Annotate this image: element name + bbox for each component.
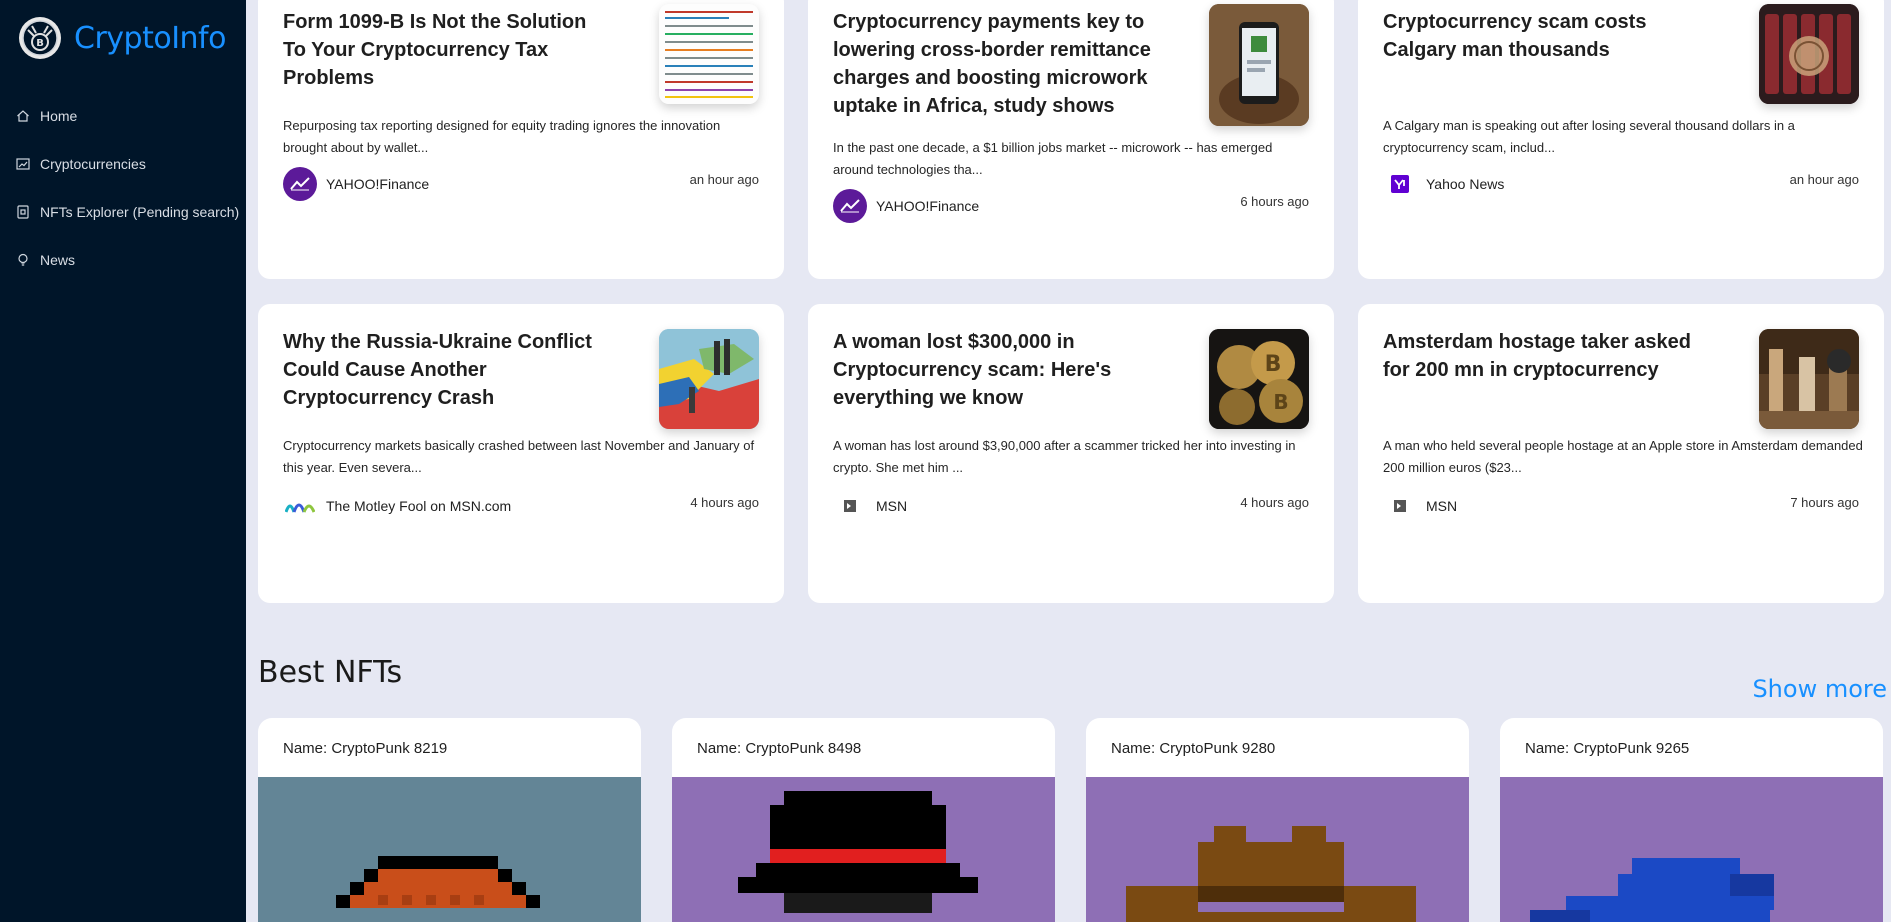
sidebar-item-label: Cryptocurrencies bbox=[40, 156, 146, 172]
news-description: In the past one decade, a $1 billion job… bbox=[833, 140, 1273, 177]
provider-name: YAHOO!Finance bbox=[326, 176, 430, 192]
sidebar-item-news[interactable]: News bbox=[0, 236, 246, 284]
nft-icon bbox=[16, 205, 30, 219]
news-description: A Calgary man is speaking out after losi… bbox=[1383, 118, 1795, 155]
news-card[interactable]: Form 1099-B Is Not the Solution To Your … bbox=[258, 0, 784, 279]
yahoo-finance-icon bbox=[283, 167, 317, 201]
home-icon bbox=[16, 109, 30, 123]
motley-fool-icon bbox=[283, 489, 317, 523]
news-thumbnail bbox=[659, 329, 759, 429]
news-thumbnail bbox=[1759, 329, 1859, 429]
show-more-link[interactable]: Show more bbox=[1752, 675, 1887, 703]
news-time: an hour ago bbox=[689, 172, 759, 187]
sidebar-nav: Home Cryptocurrencies NFTs Explorer (Pen… bbox=[0, 92, 246, 284]
news-time: 6 hours ago bbox=[1240, 194, 1309, 209]
news-thumbnail bbox=[1759, 4, 1859, 104]
news-thumbnail bbox=[1209, 4, 1309, 126]
news-description: A man who held several people hostage at… bbox=[1383, 438, 1863, 475]
svg-text:B: B bbox=[36, 38, 44, 49]
app-title: CryptoInfo bbox=[74, 20, 226, 56]
news-provider: MSN bbox=[833, 489, 907, 523]
sidebar-item-cryptocurrencies[interactable]: Cryptocurrencies bbox=[0, 140, 246, 188]
nft-image bbox=[1086, 777, 1469, 922]
yahoo-finance-icon bbox=[833, 189, 867, 223]
chart-icon bbox=[16, 157, 30, 171]
msn-icon bbox=[1383, 489, 1417, 523]
provider-name: MSN bbox=[1426, 498, 1458, 514]
sidebar: B CryptoInfo Home Cryptocurrencies NFTs … bbox=[0, 0, 246, 922]
sidebar-item-label: Home bbox=[40, 108, 78, 124]
svg-text:B: B bbox=[1265, 352, 1282, 377]
news-title: Why the Russia-Ukraine Conflict Could Ca… bbox=[283, 331, 592, 409]
nft-image bbox=[672, 777, 1055, 922]
sidebar-item-label: News bbox=[40, 252, 76, 268]
nft-name: Name: CryptoPunk 9280 bbox=[1111, 740, 1276, 757]
news-title: Cryptocurrency scam costs Calgary man th… bbox=[1383, 11, 1647, 61]
crypto-logo-icon: B bbox=[19, 17, 61, 59]
nft-name: Name: CryptoPunk 8498 bbox=[697, 740, 862, 757]
provider-name: The Motley Fool on MSN.com bbox=[326, 498, 512, 514]
news-provider: MSN bbox=[1383, 489, 1457, 523]
news-title: A woman lost $300,000 in Cryptocurrency … bbox=[833, 331, 1112, 409]
nft-name: Name: CryptoPunk 8219 bbox=[283, 740, 448, 757]
provider-name: YAHOO!Finance bbox=[876, 198, 980, 214]
section-title: Best NFTs bbox=[258, 655, 403, 690]
news-description: Cryptocurrency markets basically crashed… bbox=[283, 438, 755, 475]
nft-card[interactable]: Name: CryptoPunk 8498 bbox=[672, 718, 1055, 922]
bulb-icon bbox=[16, 253, 30, 267]
main-content: Form 1099-B Is Not the Solution To Your … bbox=[246, 0, 1891, 922]
news-card[interactable]: Why the Russia-Ukraine Conflict Could Ca… bbox=[258, 304, 784, 603]
sidebar-item-label: NFTs Explorer (Pending search) bbox=[40, 204, 240, 220]
news-thumbnail bbox=[659, 4, 759, 104]
nft-card[interactable]: Name: CryptoPunk 9280 bbox=[1086, 718, 1469, 922]
nft-image bbox=[258, 777, 641, 922]
yahoo-news-icon bbox=[1383, 167, 1417, 201]
news-description: A woman has lost around $3,90,000 after … bbox=[833, 438, 1296, 475]
brand[interactable]: B CryptoInfo bbox=[18, 16, 226, 60]
svg-text:B: B bbox=[1273, 390, 1288, 414]
sidebar-item-nfts-explorer[interactable]: NFTs Explorer (Pending search) bbox=[0, 188, 246, 236]
nft-card[interactable]: Name: CryptoPunk 8219 bbox=[258, 718, 641, 922]
news-time: 4 hours ago bbox=[1240, 495, 1309, 510]
news-provider: YAHOO!Finance bbox=[283, 167, 429, 201]
news-provider: Yahoo News bbox=[1383, 167, 1504, 201]
news-card[interactable]: Amsterdam hostage taker asked for 200 mn… bbox=[1358, 304, 1884, 603]
news-title: Form 1099-B Is Not the Solution To Your … bbox=[283, 11, 587, 89]
provider-name: MSN bbox=[876, 498, 908, 514]
provider-name: Yahoo News bbox=[1426, 176, 1505, 192]
nft-name: Name: CryptoPunk 9265 bbox=[1525, 740, 1690, 757]
nft-card[interactable]: Name: CryptoPunk 9265 bbox=[1500, 718, 1883, 922]
news-title: Amsterdam hostage taker asked for 200 mn… bbox=[1383, 331, 1691, 381]
news-time: an hour ago bbox=[1789, 172, 1859, 187]
msn-icon bbox=[833, 489, 867, 523]
news-description: Repurposing tax reporting designed for e… bbox=[283, 118, 721, 155]
nft-image bbox=[1500, 777, 1883, 922]
news-thumbnail: B B bbox=[1209, 329, 1309, 429]
news-card[interactable]: A woman lost $300,000 in Cryptocurrency … bbox=[808, 304, 1334, 603]
news-title: Cryptocurrency payments key to lowering … bbox=[833, 11, 1151, 117]
news-time: 4 hours ago bbox=[690, 495, 759, 510]
news-provider: YAHOO!Finance bbox=[833, 189, 979, 223]
news-time: 7 hours ago bbox=[1790, 495, 1859, 510]
sidebar-item-home[interactable]: Home bbox=[0, 92, 246, 140]
news-card[interactable]: Cryptocurrency scam costs Calgary man th… bbox=[1358, 0, 1884, 279]
news-card[interactable]: Cryptocurrency payments key to lowering … bbox=[808, 0, 1334, 279]
news-provider: The Motley Fool on MSN.com bbox=[283, 489, 511, 523]
